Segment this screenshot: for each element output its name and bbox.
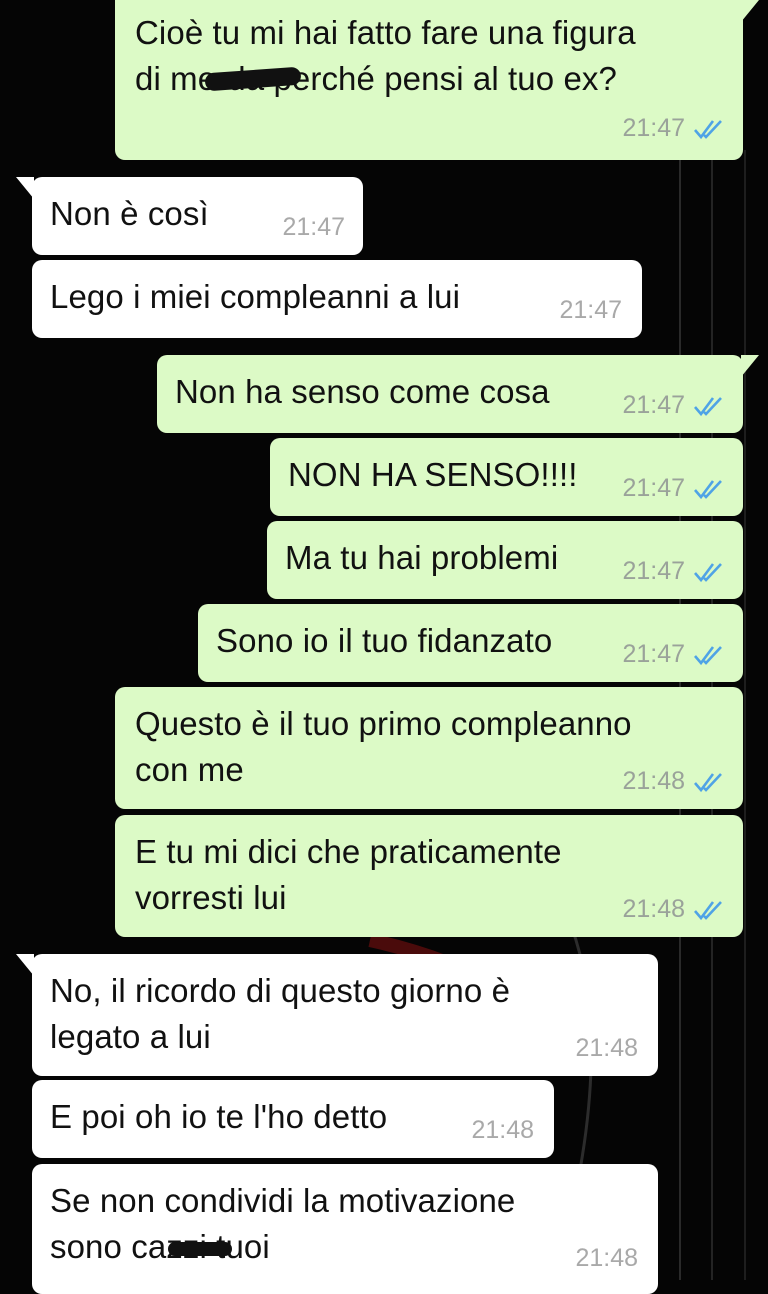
read-double-check-icon bbox=[694, 562, 722, 582]
message-time: 21:47 bbox=[622, 391, 685, 419]
message-time: 21:47 bbox=[622, 114, 685, 142]
message-text: Questo è il tuo primo compleanno con me bbox=[135, 705, 632, 788]
message-bubble-outgoing[interactable]: Ma tu hai problemi 21:47 bbox=[267, 521, 743, 599]
message-time: 21:47 bbox=[559, 296, 622, 324]
message-meta: 21:48 bbox=[622, 767, 725, 796]
message-meta: 21:48 bbox=[575, 1244, 638, 1273]
message-time: 21:47 bbox=[622, 640, 685, 668]
read-double-check-icon bbox=[694, 772, 722, 792]
message-time: 21:48 bbox=[622, 767, 685, 795]
read-double-check-icon bbox=[694, 119, 722, 139]
message-text: NON HA SENSO!!!! bbox=[288, 456, 578, 493]
message-text: Se non condividi la motivazione sono caz… bbox=[50, 1182, 516, 1265]
redaction-mark bbox=[168, 1242, 232, 1256]
message-bubble-outgoing[interactable]: E tu mi dici che praticamente vorresti l… bbox=[115, 815, 743, 937]
message-text: No, il ricordo di questo giorno è legato… bbox=[50, 972, 511, 1055]
message-time: 21:48 bbox=[575, 1244, 638, 1272]
message-time: 21:47 bbox=[622, 474, 685, 502]
message-bubble-outgoing[interactable]: Questo è il tuo primo compleanno con me … bbox=[115, 687, 743, 809]
message-meta: 21:48 bbox=[471, 1116, 534, 1145]
message-time: 21:47 bbox=[622, 557, 685, 585]
message-bubble-incoming[interactable]: Se non condividi la motivazione sono caz… bbox=[32, 1164, 658, 1294]
read-double-check-icon bbox=[694, 396, 722, 416]
message-text: E poi oh io te l'ho detto bbox=[50, 1098, 388, 1135]
read-double-check-icon bbox=[694, 900, 722, 920]
message-text: E tu mi dici che praticamente vorresti l… bbox=[135, 833, 562, 916]
message-text: Non ha senso come cosa bbox=[175, 373, 550, 410]
message-meta: 21:47 bbox=[622, 114, 725, 143]
message-bubble-outgoing[interactable]: Cioè tu mi hai fatto fare una figura di … bbox=[115, 0, 759, 160]
message-meta: 21:47 bbox=[622, 474, 725, 503]
message-meta: 21:48 bbox=[575, 1034, 638, 1063]
message-meta: 21:47 bbox=[622, 557, 725, 586]
message-time: 21:48 bbox=[622, 895, 685, 923]
message-meta: 21:47 bbox=[622, 391, 725, 420]
message-text: Non è così bbox=[50, 195, 209, 232]
message-bubble-incoming[interactable]: No, il ricordo di questo giorno è legato… bbox=[16, 954, 658, 1076]
message-bubble-outgoing[interactable]: Sono io il tuo fidanzato 21:47 bbox=[198, 604, 743, 682]
message-meta: 21:47 bbox=[622, 640, 725, 669]
message-meta: 21:47 bbox=[282, 213, 345, 242]
message-time: 21:48 bbox=[575, 1034, 638, 1062]
message-time: 21:48 bbox=[471, 1116, 534, 1144]
message-bubble-outgoing[interactable]: Non ha senso come cosa 21:47 bbox=[157, 355, 759, 433]
message-meta: 21:47 bbox=[559, 296, 622, 325]
message-meta: 21:48 bbox=[622, 895, 725, 924]
message-bubble-outgoing[interactable]: NON HA SENSO!!!! 21:47 bbox=[270, 438, 743, 516]
message-bubble-incoming[interactable]: E poi oh io te l'ho detto 21:48 bbox=[32, 1080, 554, 1158]
message-text: Lego i miei compleanni a lui bbox=[50, 278, 461, 315]
read-double-check-icon bbox=[694, 645, 722, 665]
read-double-check-icon bbox=[694, 479, 722, 499]
message-bubble-incoming[interactable]: Non è così 21:47 bbox=[16, 177, 363, 255]
message-time: 21:47 bbox=[282, 213, 345, 241]
message-bubble-incoming[interactable]: Lego i miei compleanni a lui 21:47 bbox=[32, 260, 642, 338]
message-text: Ma tu hai problemi bbox=[285, 539, 559, 576]
message-text: Sono io il tuo fidanzato bbox=[216, 622, 553, 659]
